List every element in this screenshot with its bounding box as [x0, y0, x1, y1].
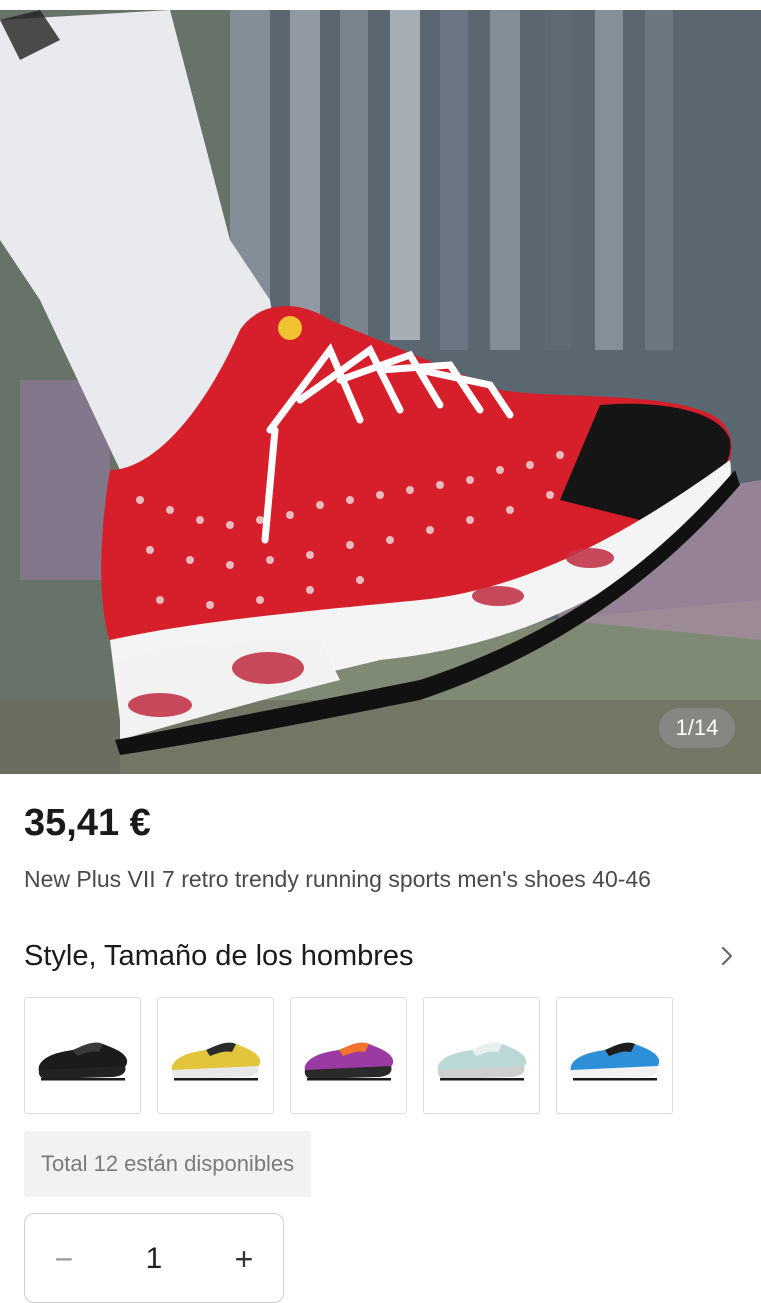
- product-title: New Plus VII 7 retro trendy running spor…: [24, 866, 651, 892]
- variant-option-yellow[interactable]: [157, 997, 274, 1114]
- image-counter-badge: 1/14: [659, 708, 735, 748]
- quantity-value[interactable]: 1: [146, 1242, 163, 1276]
- shoe-thumbnail-icon: [570, 1042, 659, 1080]
- chevron-right-icon[interactable]: [716, 945, 738, 967]
- shoe-thumbnail-icon: [304, 1042, 393, 1080]
- quantity-stepper: − 1 +: [24, 1213, 284, 1303]
- shoe-thumbnail-icon: [38, 1042, 127, 1080]
- stock-availability: Total 12 están disponibles: [24, 1131, 312, 1197]
- shoe-thumbnail-icon: [437, 1042, 526, 1080]
- variant-option-orange-purple[interactable]: [290, 997, 407, 1114]
- increase-quantity-button[interactable]: +: [229, 1242, 259, 1276]
- product-price: 35,41 €: [24, 802, 151, 844]
- variant-option-blue-black[interactable]: [556, 997, 673, 1114]
- shoe-thumbnail-icon: [171, 1042, 260, 1080]
- variant-thumbnails: [24, 997, 673, 1114]
- variant-option-mint-white[interactable]: [423, 997, 540, 1114]
- decrease-quantity-button[interactable]: −: [49, 1242, 79, 1276]
- product-photo: [0, 10, 761, 774]
- variant-option-black[interactable]: [24, 997, 141, 1114]
- product-image-gallery[interactable]: 1/14: [0, 0, 761, 774]
- variant-section-title: Style, Tamaño de los hombres: [24, 939, 414, 972]
- variant-selector-header[interactable]: Style, Tamaño de los hombres: [24, 934, 738, 978]
